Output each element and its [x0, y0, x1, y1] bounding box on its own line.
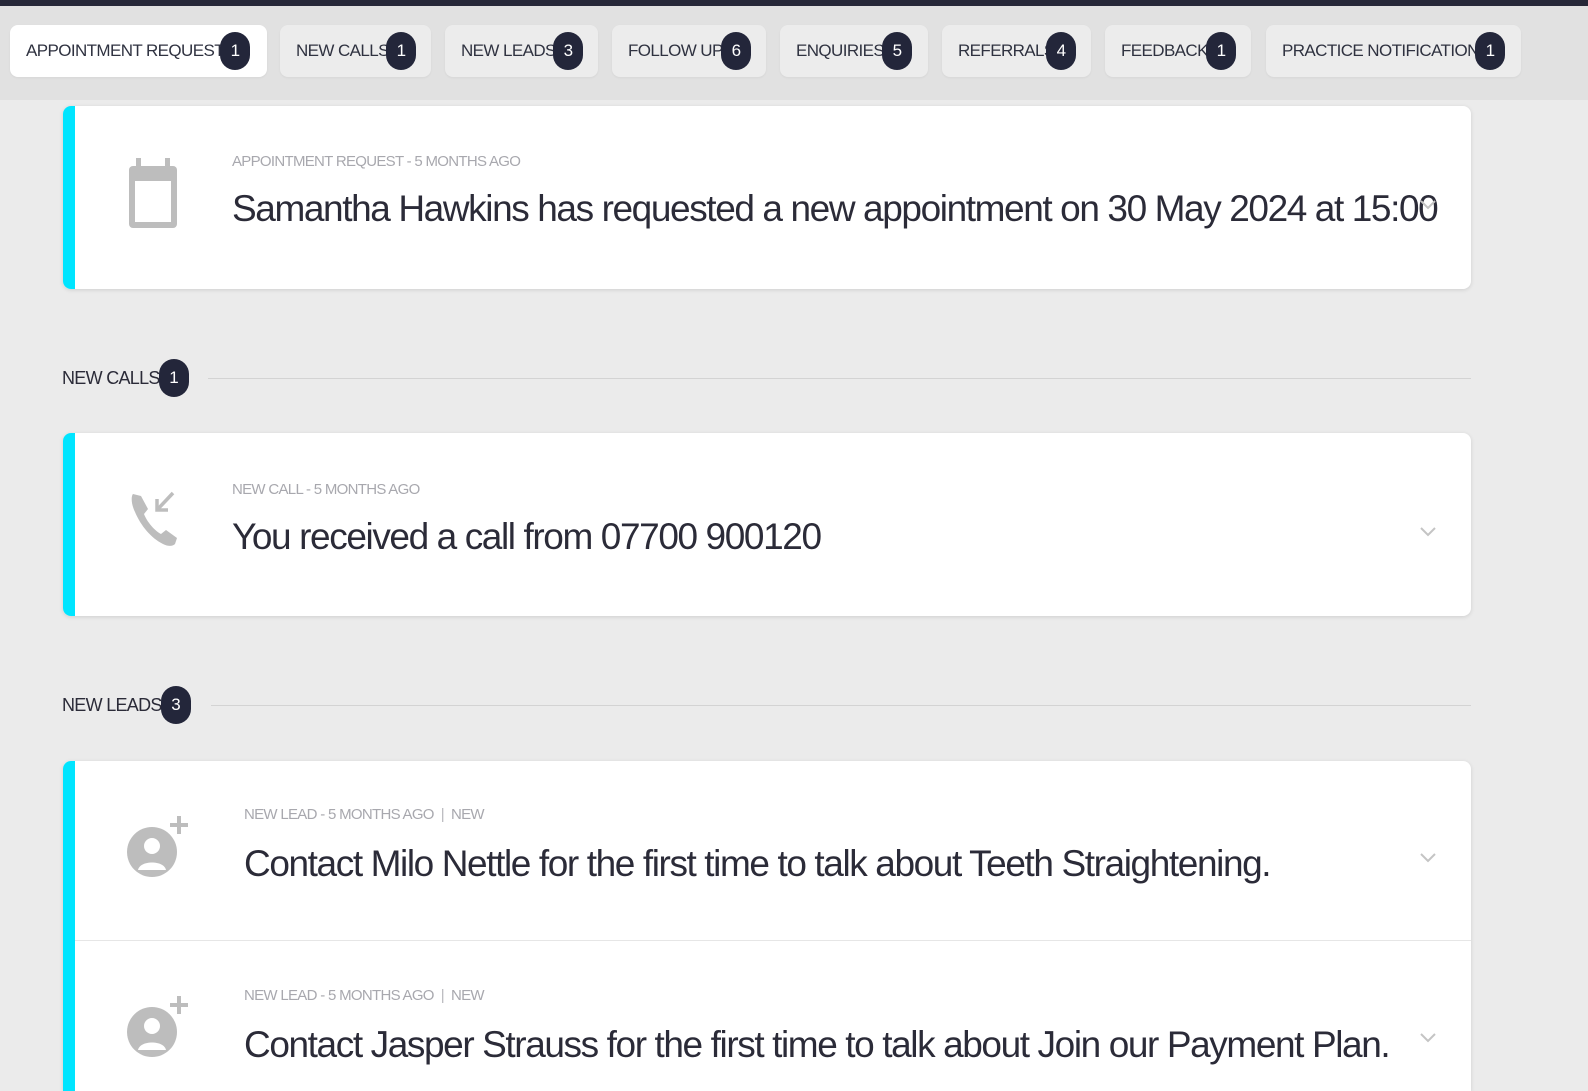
tab-label: REFERRALS — [958, 41, 1055, 60]
tab-follow-up[interactable]: FOLLOW UP 6 — [612, 25, 766, 77]
tab-new-calls[interactable]: NEW CALLS 1 — [280, 25, 431, 77]
item-text: Contact Milo Nettle for the first time t… — [244, 843, 1272, 884]
add-person-icon — [127, 814, 193, 887]
count-badge: 4 — [1046, 32, 1076, 70]
chevron-down-icon[interactable] — [1419, 199, 1437, 211]
item-meta: APPOINTMENT REQUEST - 5 MONTHS AGO — [232, 153, 521, 170]
tab-label: FOLLOW UP — [628, 41, 723, 60]
count-badge: 3 — [553, 32, 583, 70]
item-text: Contact Jasper Strauss for the first tim… — [244, 1024, 1391, 1065]
incoming-call-icon — [129, 490, 179, 555]
count-badge: 3 — [161, 686, 191, 724]
item-meta: NEW LEAD - 5 MONTHS AGO | NEW — [244, 987, 485, 1004]
tab-label: NEW LEADS — [461, 41, 556, 60]
chevron-down-icon[interactable] — [1419, 526, 1437, 538]
tab-label: NEW CALLS — [296, 41, 389, 60]
item-text: You received a call from 07700 900120 — [232, 516, 822, 557]
section-divider — [211, 705, 1471, 706]
count-badge: 1 — [386, 32, 416, 70]
tab-practice-notifications[interactable]: PRACTICE NOTIFICATIONS 1 — [1266, 25, 1521, 77]
tab-label: ENQUIRIES — [796, 41, 885, 60]
meta-time: NEW LEAD - 5 MONTHS AGO — [244, 987, 434, 1004]
count-badge: 1 — [1475, 32, 1505, 70]
meta-separator: | — [440, 806, 445, 823]
section-header-new-leads: NEW LEADS 3 — [62, 685, 191, 725]
appointment-request-card[interactable]: APPOINTMENT REQUEST - 5 MONTHS AGO Saman… — [63, 106, 1471, 289]
tab-appointment-requests[interactable]: APPOINTMENT REQUESTS 1 — [10, 25, 267, 77]
section-title: NEW CALLS — [62, 367, 160, 388]
tab-label: PRACTICE NOTIFICATIONS — [1282, 41, 1490, 60]
new-call-card[interactable]: NEW CALL - 5 MONTHS AGO You received a c… — [63, 433, 1471, 616]
lead-row[interactable]: NEW LEAD - 5 MONTHS AGO | NEW Contact Jasp… — [63, 941, 1471, 1091]
meta-separator: | — [440, 987, 445, 1004]
count-badge: 1 — [220, 32, 250, 70]
calendar-icon — [127, 158, 179, 233]
item-meta: NEW LEAD - 5 MONTHS AGO | NEW — [244, 806, 485, 823]
tab-enquiries[interactable]: ENQUIRIES 5 — [780, 25, 928, 77]
add-person-icon — [127, 994, 193, 1067]
accent-bar — [63, 433, 75, 616]
tab-label: APPOINTMENT REQUESTS — [26, 41, 235, 60]
item-text: Samantha Hawkins has requested a new app… — [232, 188, 1439, 229]
section-divider — [208, 378, 1471, 379]
tab-feedback[interactable]: FEEDBACK 1 — [1105, 25, 1251, 77]
count-badge: 6 — [721, 32, 751, 70]
new-leads-card: NEW LEAD - 5 MONTHS AGO | NEW Contact Milo… — [63, 761, 1471, 1091]
count-badge: 1 — [159, 359, 189, 397]
lead-row[interactable]: NEW LEAD - 5 MONTHS AGO | NEW Contact Milo… — [63, 761, 1471, 940]
section-title: NEW LEADS — [62, 694, 162, 715]
tab-referrals[interactable]: REFERRALS 4 — [942, 25, 1091, 77]
tab-new-leads[interactable]: NEW LEADS 3 — [445, 25, 598, 77]
accent-bar — [63, 106, 75, 289]
lead-status: NEW — [450, 806, 485, 823]
chevron-down-icon[interactable] — [1419, 852, 1437, 864]
chevron-down-icon[interactable] — [1419, 1032, 1437, 1044]
lead-status: NEW — [450, 987, 485, 1004]
count-badge: 1 — [1206, 32, 1236, 70]
section-header-new-calls: NEW CALLS 1 — [62, 358, 189, 398]
count-badge: 5 — [882, 32, 912, 70]
item-meta: NEW CALL - 5 MONTHS AGO — [232, 481, 420, 498]
meta-time: NEW LEAD - 5 MONTHS AGO — [244, 806, 434, 823]
tab-bar: APPOINTMENT REQUESTS 1 NEW CALLS 1 NEW L… — [0, 6, 1588, 100]
tab-label: FEEDBACK — [1121, 41, 1208, 60]
